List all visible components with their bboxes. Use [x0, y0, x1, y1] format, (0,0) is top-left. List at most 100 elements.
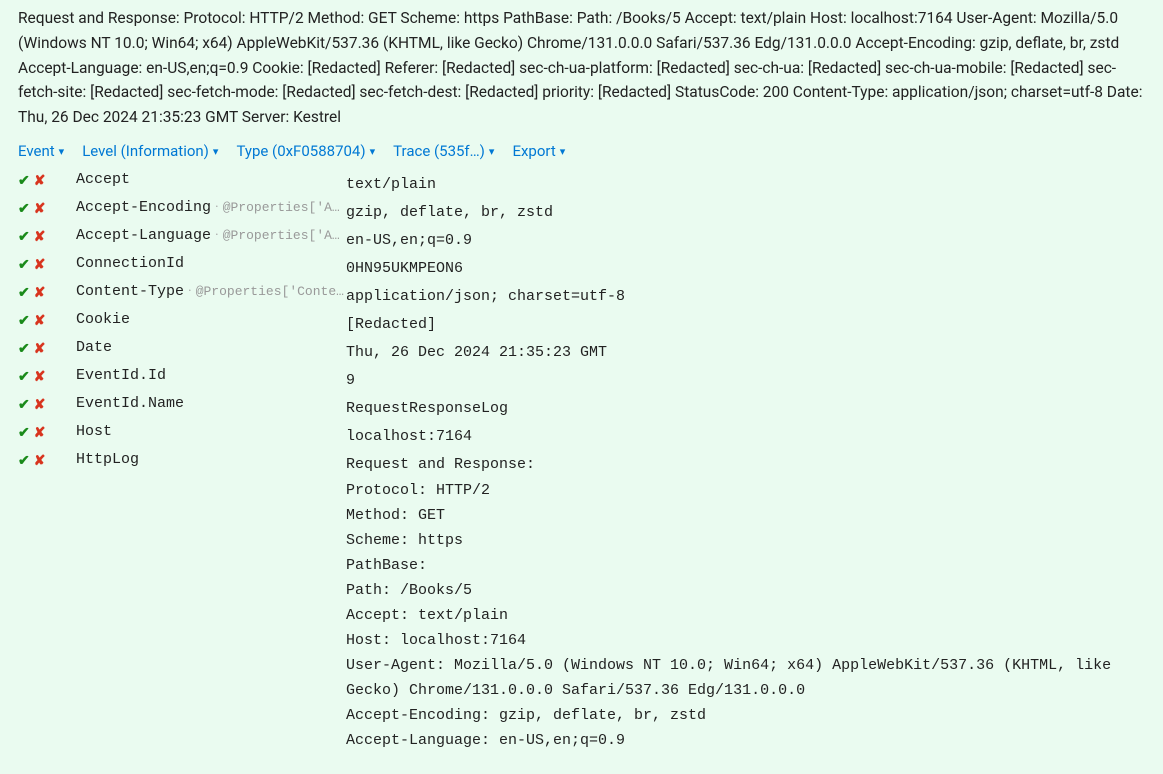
- property-row: ✔✘Accepttext/plain: [18, 170, 1145, 198]
- prop-value: 0HN95UKMPEON6: [346, 255, 1145, 281]
- filter-trace[interactable]: Trace (535f…) ▾: [393, 142, 494, 160]
- separator-dot: ·: [215, 199, 219, 215]
- include-check-icon[interactable]: ✔: [18, 397, 30, 413]
- exclude-x-icon[interactable]: ✘: [34, 425, 46, 441]
- prop-name: Content-Type: [76, 283, 184, 300]
- filter-level-label: Level (Information): [82, 142, 209, 160]
- prop-value: localhost:7164: [346, 423, 1145, 449]
- filter-trace-label: Trace (535f…): [393, 142, 485, 160]
- property-row: ✔✘ConnectionId0HN95UKMPEON6: [18, 254, 1145, 282]
- exclude-x-icon[interactable]: ✘: [34, 397, 46, 413]
- include-check-icon[interactable]: ✔: [18, 173, 30, 189]
- property-row: ✔✘Accept-Language·@Properties['Ac…en-US,…: [18, 226, 1145, 254]
- row-actions: ✔✘: [18, 451, 76, 469]
- row-actions: ✔✘: [18, 339, 76, 357]
- separator-dot: ·: [215, 227, 219, 243]
- row-actions: ✔✘: [18, 227, 76, 245]
- prop-value: RequestResponseLog: [346, 395, 1145, 421]
- prop-name-col: Accept-Encoding· @Properties['Ac…: [76, 199, 346, 216]
- property-row: ✔✘Hostlocalhost:7164: [18, 422, 1145, 450]
- property-row: ✔✘Accept-Encoding·@Properties['Ac…gzip, …: [18, 198, 1145, 226]
- prop-value: en-US,en;q=0.9: [346, 227, 1145, 253]
- prop-hint: @Properties['Ac…: [223, 200, 346, 215]
- prop-name-col: Accept-Language· @Properties['Ac…: [76, 227, 346, 244]
- row-actions: ✔✘: [18, 395, 76, 413]
- prop-name-col: Cookie: [76, 311, 346, 328]
- chevron-down-icon: ▾: [560, 145, 566, 158]
- prop-name: Host: [76, 423, 112, 440]
- property-row: ✔✘HttpLogRequest and Response: Protocol:…: [18, 450, 1145, 754]
- prop-name: Accept-Language: [76, 227, 211, 244]
- prop-name: ConnectionId: [76, 255, 184, 272]
- row-actions: ✔✘: [18, 171, 76, 189]
- exclude-x-icon[interactable]: ✘: [34, 229, 46, 245]
- prop-name-col: Content-Type· @Properties['Conten…: [76, 283, 346, 300]
- chevron-down-icon: ▾: [213, 145, 219, 158]
- filter-event-label: Event: [18, 142, 55, 160]
- prop-value: text/plain: [346, 171, 1145, 197]
- exclude-x-icon[interactable]: ✘: [34, 257, 46, 273]
- prop-value: Thu, 26 Dec 2024 21:35:23 GMT: [346, 339, 1145, 365]
- include-check-icon[interactable]: ✔: [18, 369, 30, 385]
- prop-name: HttpLog: [76, 451, 139, 468]
- include-check-icon[interactable]: ✔: [18, 453, 30, 469]
- filter-type[interactable]: Type (0xF0588704) ▾: [236, 142, 375, 160]
- property-row: ✔✘Cookie[Redacted]: [18, 310, 1145, 338]
- prop-name-col: EventId.Id: [76, 367, 346, 384]
- exclude-x-icon[interactable]: ✘: [34, 201, 46, 217]
- properties-table: ✔✘Accepttext/plain✔✘Accept-Encoding·@Pro…: [0, 168, 1163, 774]
- log-message-text: Request and Response: Protocol: HTTP/2 M…: [0, 0, 1163, 140]
- prop-value: [Redacted]: [346, 311, 1145, 337]
- prop-name-col: EventId.Name: [76, 395, 346, 412]
- exclude-x-icon[interactable]: ✘: [34, 341, 46, 357]
- prop-value: application/json; charset=utf-8: [346, 283, 1145, 309]
- exclude-x-icon[interactable]: ✘: [34, 313, 46, 329]
- filter-level[interactable]: Level (Information) ▾: [82, 142, 218, 160]
- prop-name-col: HttpLog: [76, 451, 346, 468]
- prop-name-col: Host: [76, 423, 346, 440]
- prop-name: Accept-Encoding: [76, 199, 211, 216]
- prop-name: Cookie: [76, 311, 130, 328]
- prop-value: gzip, deflate, br, zstd: [346, 199, 1145, 225]
- include-check-icon[interactable]: ✔: [18, 313, 30, 329]
- separator-dot: ·: [188, 283, 192, 299]
- property-row: ✔✘EventId.Id9: [18, 366, 1145, 394]
- property-row: ✔✘EventId.NameRequestResponseLog: [18, 394, 1145, 422]
- filter-export-label: Export: [512, 142, 555, 160]
- include-check-icon[interactable]: ✔: [18, 341, 30, 357]
- exclude-x-icon[interactable]: ✘: [34, 453, 46, 469]
- prop-name-col: Accept: [76, 171, 346, 188]
- chevron-down-icon: ▾: [59, 145, 65, 158]
- exclude-x-icon[interactable]: ✘: [34, 173, 46, 189]
- exclude-x-icon[interactable]: ✘: [34, 369, 46, 385]
- prop-name: Accept: [76, 171, 130, 188]
- row-actions: ✔✘: [18, 199, 76, 217]
- prop-name: Date: [76, 339, 112, 356]
- prop-value: 9: [346, 367, 1145, 393]
- prop-value: Request and Response: Protocol: HTTP/2 M…: [346, 451, 1145, 753]
- row-actions: ✔✘: [18, 311, 76, 329]
- filter-export[interactable]: Export ▾: [512, 142, 565, 160]
- filter-bar: Event ▾ Level (Information) ▾ Type (0xF0…: [0, 140, 1163, 168]
- prop-name: EventId.Id: [76, 367, 166, 384]
- include-check-icon[interactable]: ✔: [18, 257, 30, 273]
- exclude-x-icon[interactable]: ✘: [34, 285, 46, 301]
- row-actions: ✔✘: [18, 367, 76, 385]
- row-actions: ✔✘: [18, 255, 76, 273]
- property-row: ✔✘Content-Type·@Properties['Conten…appli…: [18, 282, 1145, 310]
- include-check-icon[interactable]: ✔: [18, 285, 30, 301]
- row-actions: ✔✘: [18, 283, 76, 301]
- chevron-down-icon: ▾: [489, 145, 495, 158]
- include-check-icon[interactable]: ✔: [18, 201, 30, 217]
- prop-name: EventId.Name: [76, 395, 184, 412]
- filter-event[interactable]: Event ▾: [18, 142, 64, 160]
- prop-name-col: Date: [76, 339, 346, 356]
- chevron-down-icon: ▾: [370, 145, 376, 158]
- filter-type-label: Type (0xF0588704): [236, 142, 365, 160]
- include-check-icon[interactable]: ✔: [18, 425, 30, 441]
- row-actions: ✔✘: [18, 423, 76, 441]
- prop-hint: @Properties['Conten…: [196, 284, 346, 299]
- prop-hint: @Properties['Ac…: [223, 228, 346, 243]
- prop-name-col: ConnectionId: [76, 255, 346, 272]
- include-check-icon[interactable]: ✔: [18, 229, 30, 245]
